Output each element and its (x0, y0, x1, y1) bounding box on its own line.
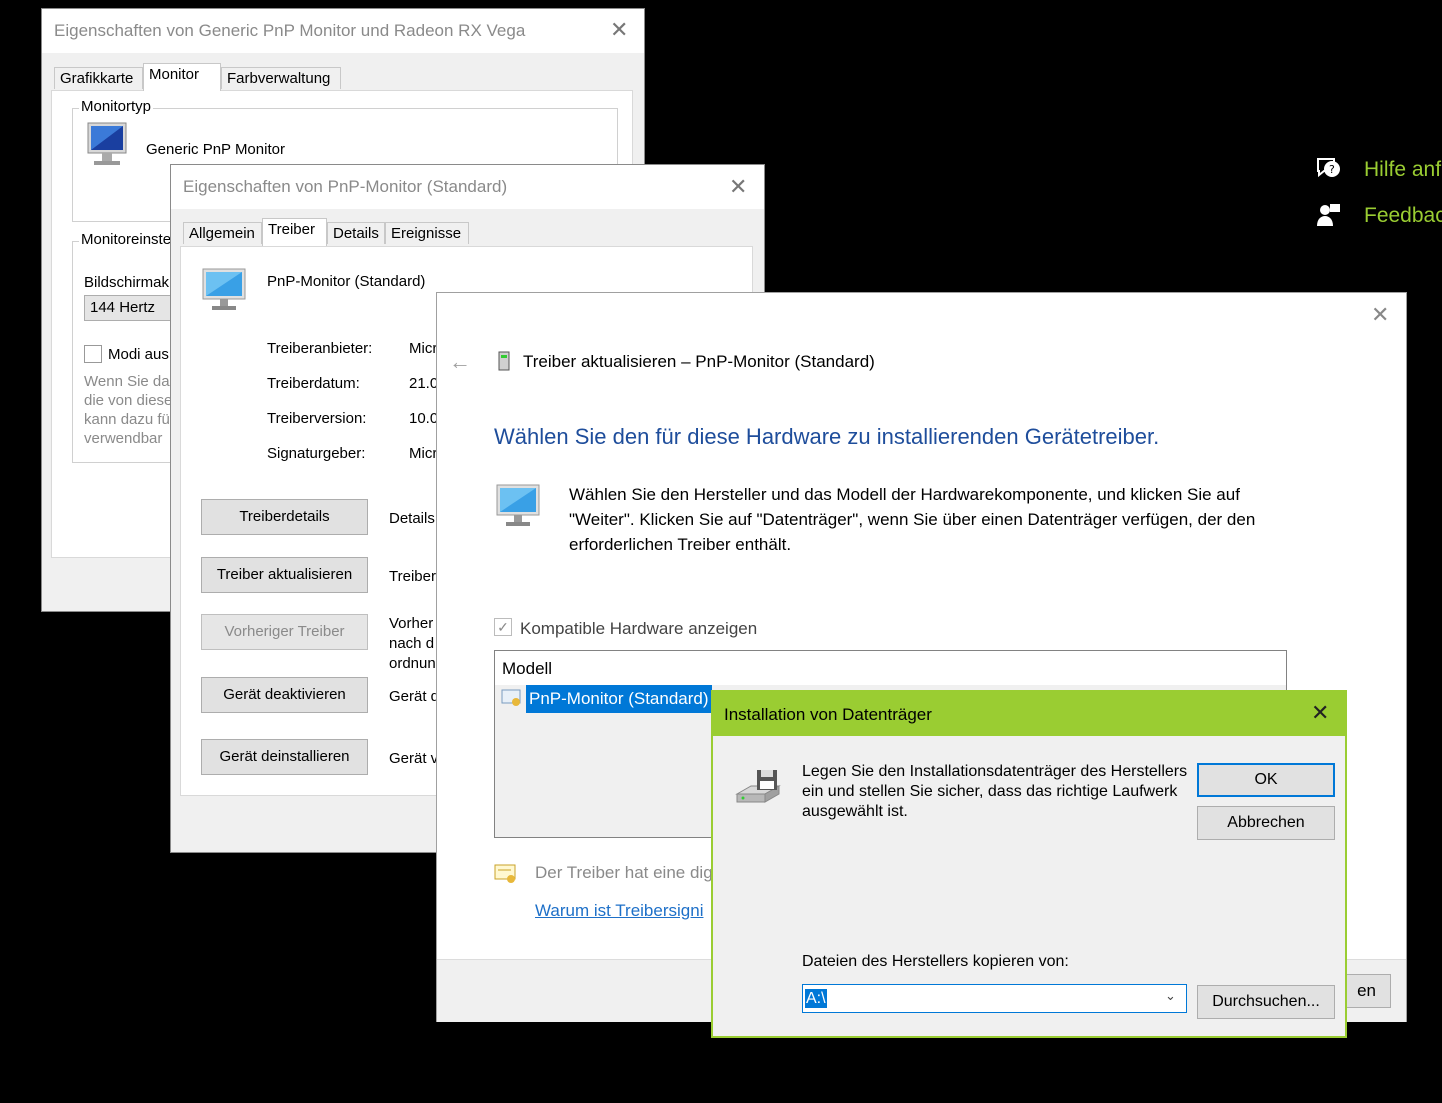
wizard-heading: Wählen Sie den für diese Hardware zu ins… (494, 424, 1160, 449)
driver-info-value: Micr (409, 340, 438, 357)
wizard-description: Wählen Sie den Hersteller und das Modell… (569, 485, 1240, 504)
button-description: Gerät d (389, 688, 440, 705)
path-combobox[interactable]: A:\ ⌄ (802, 984, 1187, 1013)
signed-driver-icon (494, 864, 516, 883)
dialog-message: ein und stellen Sie sicher, dass das ric… (802, 783, 1178, 800)
feedback-link[interactable]: Feedbac (1364, 204, 1442, 228)
button-description: Gerät v (389, 750, 439, 767)
driver-info-value: Micr (409, 445, 438, 462)
certificate-icon (501, 689, 521, 706)
title-bar: Eigenschaften von PnP-Monitor (Standard)… (171, 165, 764, 209)
cancel-button[interactable]: Abbrechen (1197, 806, 1335, 840)
wizard-description: "Weiter". Klicken Sie auf "Datenträger",… (569, 510, 1256, 529)
driver-info-label: Treiberanbieter: (267, 340, 373, 357)
tab-allgemein[interactable]: Allgemein (183, 222, 262, 244)
disk-drive-icon (735, 770, 781, 803)
tab-monitor[interactable]: Monitor (143, 63, 221, 91)
modi-checkbox[interactable] (84, 345, 102, 363)
copy-from-label: Dateien des Herstellers kopieren von: (802, 953, 1069, 970)
install-from-disk-dialog: Installation von Datenträger ✕ Legen Sie… (711, 690, 1347, 1038)
list-header: Modell (502, 659, 553, 678)
tab-details[interactable]: Details (327, 222, 385, 244)
list-header-bg (495, 651, 1286, 685)
signing-info-link[interactable]: Warum ist Treibersigni (535, 901, 703, 921)
button-description: Treiber (389, 568, 436, 585)
group-label: Monitortyp (79, 98, 154, 115)
help-icon[interactable]: ? (1314, 155, 1342, 187)
desc-line: die von diese (84, 392, 173, 409)
dialog-message: ausgewählt ist. (802, 803, 908, 820)
window-title: Eigenschaften von Generic PnP Monitor un… (54, 21, 526, 40)
driver-info-label: Treiberdatum: (267, 375, 360, 392)
driver-info-value: 21.0 (409, 375, 439, 392)
compatible-hardware-label: Kompatible Hardware anzeigen (520, 619, 758, 638)
title-bar: Installation von Datenträger ✕ (713, 692, 1345, 736)
dialog-title: Installation von Datenträger (724, 705, 932, 724)
ok-button[interactable]: OK (1197, 763, 1335, 797)
monitor-icon (87, 122, 127, 165)
driver-info-label: Signaturgeber: (267, 445, 366, 462)
button-description: nach d (389, 635, 435, 652)
rollback-driver-button[interactable]: Vorheriger Treiber (201, 614, 368, 650)
monitor-icon (496, 484, 540, 526)
dialog-message: Legen Sie den Installationsdatenträger d… (802, 763, 1188, 780)
monitor-name: Generic PnP Monitor (146, 141, 285, 158)
tab-farbverwaltung[interactable]: Farbverwaltung (221, 67, 341, 89)
close-icon[interactable]: ✕ (1311, 702, 1329, 724)
bildschirm-label: Bildschirmak (84, 274, 170, 291)
signed-driver-text: Der Treiber hat eine dig (535, 863, 713, 882)
button-description: ordnun (389, 655, 436, 672)
driver-info-value: 10.0 (409, 410, 439, 427)
disable-device-button[interactable]: Gerät deaktivieren (201, 677, 368, 713)
driver-details-button[interactable]: Treiberdetails (201, 499, 368, 535)
list-item[interactable]: PnP-Monitor (Standard) (526, 685, 712, 713)
svg-text:?: ? (1329, 163, 1335, 176)
desc-line: verwendbar (84, 430, 163, 447)
device-icon (498, 351, 510, 371)
tab-ereignisse[interactable]: Ereignisse (385, 222, 469, 244)
update-driver-button[interactable]: Treiber aktualisieren (201, 557, 368, 593)
group-label: Monitoreinste (79, 231, 174, 248)
wizard-description: erforderlichen Treiber enthält. (569, 535, 792, 554)
device-name: PnP-Monitor (Standard) (267, 273, 426, 290)
tab-treiber[interactable]: Treiber (262, 218, 327, 246)
driver-info-label: Treiberversion: (267, 410, 367, 427)
modi-label: Modi aus (108, 346, 169, 363)
uninstall-device-button[interactable]: Gerät deinstallieren (201, 739, 368, 775)
back-arrow-icon[interactable]: ← (449, 349, 471, 375)
title-bar: Eigenschaften von Generic PnP Monitor un… (42, 9, 644, 53)
path-input[interactable]: A:\ (805, 989, 827, 1008)
tab-grafikkarte[interactable]: Grafikkarte (54, 67, 143, 89)
button-description: Details (389, 510, 435, 527)
button-description: Vorher (389, 615, 434, 632)
help-link[interactable]: Hilfe anf (1364, 158, 1441, 182)
desc-line: Wenn Sie da (84, 373, 170, 390)
close-icon[interactable]: ✕ (1371, 304, 1389, 326)
compatible-hardware-checkbox[interactable]: ✓ (494, 618, 512, 636)
chevron-down-icon[interactable]: ⌄ (1165, 988, 1176, 1004)
wizard-header: Treiber aktualisieren – PnP-Monitor (Sta… (523, 352, 875, 371)
desc-line: kann dazu fü (84, 411, 170, 428)
feedback-icon[interactable] (1316, 202, 1342, 232)
window-title: Eigenschaften von PnP-Monitor (Standard) (183, 177, 508, 196)
close-icon[interactable]: ✕ (610, 19, 628, 41)
monitor-icon (202, 268, 246, 310)
browse-button[interactable]: Durchsuchen... (1197, 985, 1335, 1019)
close-icon[interactable]: ✕ (729, 176, 747, 198)
